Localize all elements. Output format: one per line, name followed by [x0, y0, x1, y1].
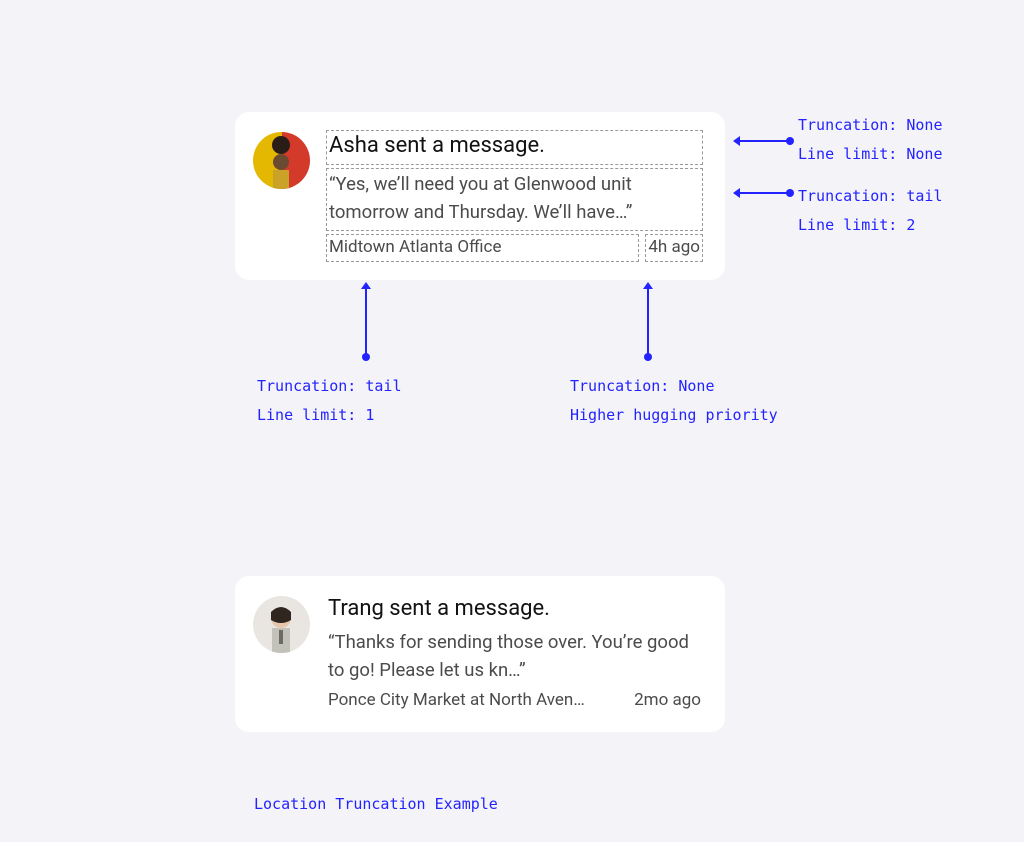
message-location: Midtown Atlanta Office [326, 234, 639, 262]
message-meta: Ponce City Market at North Aven… 2mo ago [326, 688, 703, 714]
annotation-time-props: Truncation: None Higher hugging priority [570, 372, 778, 429]
annotation-text: Truncation: None [570, 372, 778, 401]
example-caption: Location Truncation Example [254, 790, 498, 819]
annotation-text: Truncation: tail [257, 372, 402, 401]
annotation-text: Truncation: None [798, 111, 943, 140]
annotation-text: Line limit: 1 [257, 401, 402, 430]
annotation-text: Line limit: 2 [798, 211, 943, 240]
message-content: Asha sent a message. “Yes, we’ll need yo… [326, 130, 703, 262]
message-card-2: Trang sent a message. “Thanks for sendin… [235, 576, 725, 732]
annotation-text: Higher hugging priority [570, 401, 778, 430]
annotation-location-props: Truncation: tail Line limit: 1 [257, 372, 402, 429]
annotation-arrow [740, 140, 790, 142]
message-location: Ponce City Market at North Aven… [326, 688, 620, 714]
annotation-arrow [647, 289, 649, 357]
message-meta: Midtown Atlanta Office 4h ago [326, 234, 703, 262]
avatar [253, 132, 310, 189]
annotation-text: Line limit: None [798, 140, 943, 169]
message-body: “Yes, we’ll need you at Glenwood unit to… [326, 168, 703, 232]
message-title: Trang sent a message. [326, 594, 703, 627]
message-card-1: Asha sent a message. “Yes, we’ll need yo… [235, 112, 725, 280]
message-body: “Thanks for sending those over. You’re g… [326, 627, 703, 689]
message-title: Asha sent a message. [326, 130, 703, 165]
avatar [253, 596, 310, 653]
message-timestamp: 2mo ago [632, 688, 703, 714]
annotation-body-props: Truncation: tail Line limit: 2 [798, 182, 943, 239]
message-content: Trang sent a message. “Thanks for sendin… [326, 594, 703, 714]
annotation-text: Truncation: tail [798, 182, 943, 211]
message-timestamp: 4h ago [645, 234, 703, 262]
annotation-title-props: Truncation: None Line limit: None [798, 111, 943, 168]
annotation-arrow [740, 192, 790, 194]
annotation-arrow [365, 289, 367, 357]
